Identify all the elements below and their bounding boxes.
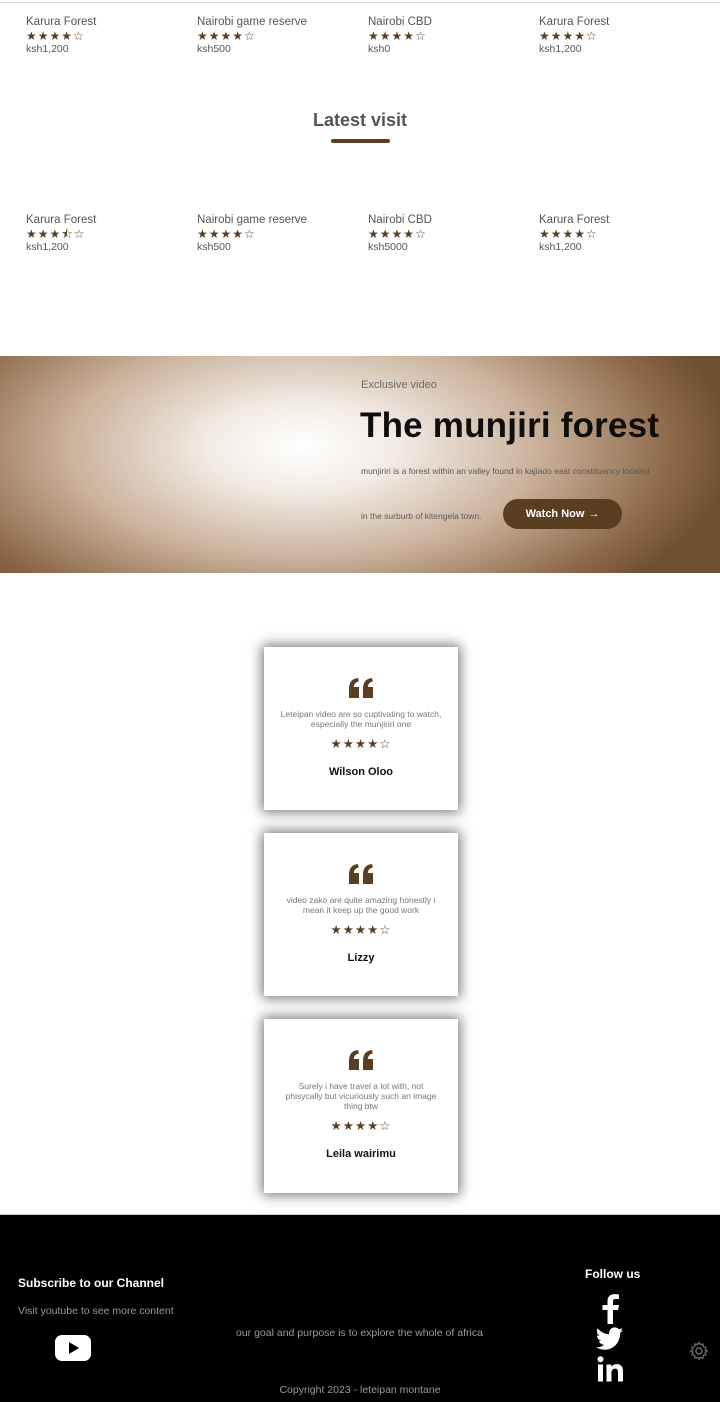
testimonial-card: Surely i have travel a lot with, not phi…	[264, 1019, 458, 1193]
linkedin-icon[interactable]	[597, 1356, 624, 1382]
place-card[interactable]: Nairobi CBD ★★★★☆ ksh5000	[368, 213, 528, 254]
quote-icon	[349, 1050, 373, 1070]
testimonial-author: Wilson Oloo	[328, 766, 394, 778]
youtube-icon[interactable]	[55, 1335, 91, 1361]
latest-visit-row: Karura Forest ★★★⯪☆ ksh1,200 Nairobi gam…	[0, 213, 720, 253]
place-name[interactable]: Nairobi CBD	[368, 213, 528, 227]
quote-icon	[349, 864, 373, 884]
place-name[interactable]: Karura Forest	[539, 15, 699, 29]
rating-stars: ★★★⯪☆	[26, 227, 86, 241]
place-price: ksh1,200	[539, 43, 582, 55]
place-card[interactable]: Karura Forest ★★★⯪☆ ksh1,200	[26, 213, 186, 254]
arrow-right-icon: →	[588, 508, 600, 520]
testimonial-text: video zako are quite amazing honestly i …	[286, 895, 436, 915]
place-price: ksh1,200	[26, 241, 69, 253]
place-card[interactable]: Karura Forest ★★★★☆ ksh1,200	[539, 15, 699, 56]
place-name[interactable]: Nairobi game reserve	[197, 213, 357, 227]
rating-stars: ★★★★☆	[368, 227, 427, 241]
testimonial-text: Surely i have travel a lot with, not phi…	[285, 1081, 437, 1111]
subscribe-title: Subscribe to our Channel	[18, 1276, 165, 1290]
rating-stars: ★★★★☆	[26, 29, 85, 43]
place-name[interactable]: Nairobi game reserve	[197, 15, 357, 29]
place-name[interactable]: Karura Forest	[26, 213, 186, 227]
rating-stars: ★★★★☆	[197, 227, 256, 241]
place-card[interactable]: Nairobi game reserve ★★★★☆ ksh500	[197, 15, 357, 56]
latest-visit-title: Latest visit	[312, 110, 408, 130]
rating-stars: ★★★★☆	[197, 29, 256, 43]
title-underline	[331, 139, 390, 143]
place-name[interactable]: Karura Forest	[26, 15, 186, 29]
rating-stars: ★★★★☆	[330, 923, 392, 937]
twitter-icon[interactable]	[596, 1327, 623, 1350]
gear-icon[interactable]	[689, 1341, 709, 1361]
rating-stars: ★★★★☆	[368, 29, 427, 43]
place-card[interactable]: Karura Forest ★★★★☆ ksh1,200	[26, 15, 186, 56]
top-places-row: Karura Forest ★★★★☆ ksh1,200 Nairobi gam…	[0, 15, 720, 55]
place-price: ksh5000	[368, 241, 408, 253]
testimonial-text: Leteipan video are so cuptivating to wat…	[280, 709, 442, 729]
place-price: ksh1,200	[26, 43, 69, 55]
testimonial-author: Leila wairimu	[326, 1148, 396, 1160]
facebook-icon[interactable]	[600, 1294, 620, 1324]
quote-icon	[349, 678, 373, 698]
place-card[interactable]: Nairobi game reserve ★★★★☆ ksh500	[197, 213, 357, 254]
subscribe-text: Visit youtube to see more content	[18, 1305, 174, 1317]
place-price: ksh1,200	[539, 241, 582, 253]
rating-stars: ★★★★☆	[330, 1119, 392, 1133]
rating-stars: ★★★★☆	[539, 227, 598, 241]
place-price: ksh0	[368, 43, 391, 55]
hero-description-cont: in the surburb of kitengela town.	[361, 511, 482, 521]
hero-title: The munjiri forest	[360, 406, 660, 445]
footer: Subscribe to our Channel Visit youtube t…	[0, 1215, 720, 1402]
place-price: ksh500	[197, 241, 231, 253]
testimonial-card: Leteipan video are so cuptivating to wat…	[264, 647, 458, 810]
watch-now-button[interactable]: Watch Now →	[503, 499, 622, 529]
hero-kicker: Exclusive video	[361, 379, 437, 391]
follow-us-title: Follow us	[585, 1267, 641, 1281]
top-divider	[0, 2, 720, 3]
place-card[interactable]: Nairobi CBD ★★★★☆ ksh0	[368, 15, 528, 56]
hero-description: munjiriri is a forest within an valley f…	[361, 466, 650, 476]
place-name[interactable]: Nairobi CBD	[368, 15, 528, 29]
testimonial-card: video zako are quite amazing honestly i …	[264, 833, 458, 996]
place-name[interactable]: Karura Forest	[539, 213, 699, 227]
rating-stars: ★★★★☆	[330, 737, 392, 751]
copyright: Copyright 2023 - leteipan montane	[279, 1384, 441, 1396]
hero-banner: Exclusive video The munjiri forest munji…	[0, 356, 720, 573]
mission-statement: our goal and purpose is to explore the w…	[236, 1327, 483, 1339]
testimonial-author: Lizzy	[347, 952, 375, 964]
watch-now-label: Watch Now	[525, 508, 585, 520]
place-price: ksh500	[197, 43, 231, 55]
rating-stars: ★★★★☆	[539, 29, 598, 43]
place-card[interactable]: Karura Forest ★★★★☆ ksh1,200	[539, 213, 699, 254]
